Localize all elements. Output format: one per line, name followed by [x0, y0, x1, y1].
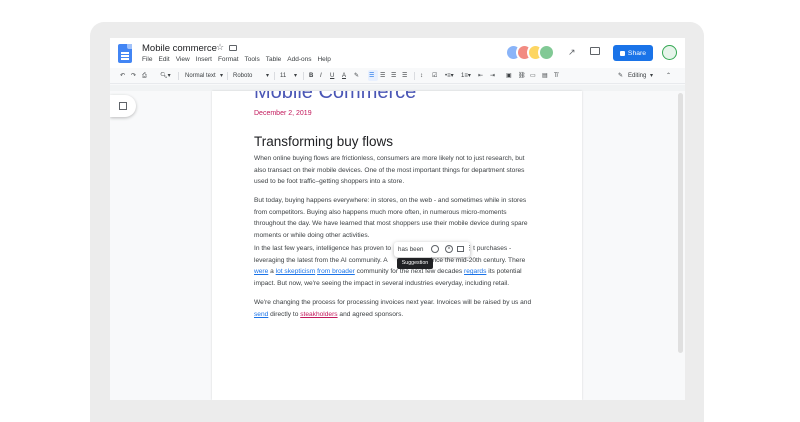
menu-bar: File Edit View Insert Format Tools Table… — [142, 56, 331, 63]
paragraph-1: When online buying flows are frictionles… — [254, 155, 525, 185]
document-heading: Mobile Commerce — [254, 91, 417, 103]
suggested-edit[interactable]: steakholders — [300, 311, 337, 318]
more-options-icon[interactable]: ⋮ — [466, 244, 473, 252]
star-icon[interactable]: ☆ — [216, 42, 224, 53]
suggested-edit[interactable]: regards — [464, 268, 486, 275]
toolbar-divider — [227, 72, 228, 80]
formatting-toolbar: ↶ ↷ ⎙ 🔍︎▾ Normal text ▾ Roboto ▾ 11 ▾ B … — [110, 68, 685, 84]
bulleted-list-icon[interactable]: •≡▾ — [445, 71, 454, 81]
menu-tools[interactable]: Tools — [245, 56, 260, 63]
menu-help[interactable]: Help — [317, 56, 330, 63]
menu-addons[interactable]: Add-ons — [287, 56, 311, 63]
redo-icon[interactable]: ↷ — [131, 71, 136, 81]
comment-icon[interactable] — [457, 246, 464, 252]
text-run: a — [268, 268, 276, 275]
menu-edit[interactable]: Edit — [158, 56, 169, 63]
document-date: December 2, 2019 — [254, 110, 312, 117]
undo-icon[interactable]: ↶ — [120, 71, 125, 81]
align-justify-icon[interactable]: ☰ — [402, 71, 407, 81]
align-center-icon[interactable]: ☰ — [380, 71, 385, 81]
paragraph-2: But today, buying happens everywhere: in… — [254, 197, 528, 239]
share-button[interactable]: Share — [613, 45, 653, 61]
text-run: and agreed sponsors. — [337, 310, 404, 318]
chevron-down-icon: ▾ — [650, 73, 654, 79]
text-run: since the mid-20th century. There — [427, 256, 526, 264]
align-right-icon[interactable]: ☰ — [391, 71, 396, 81]
paragraph-style-select[interactable]: Normal text — [185, 71, 216, 81]
text-run: community for the next few decades — [354, 268, 465, 275]
numbered-list-icon[interactable]: 1≡▾ — [461, 71, 471, 81]
bold-icon[interactable]: B — [309, 71, 313, 81]
menu-file[interactable]: File — [142, 56, 152, 63]
font-select[interactable]: Roboto — [233, 71, 252, 81]
lock-icon — [619, 50, 625, 56]
clear-formatting-icon[interactable]: T̸ — [554, 71, 558, 81]
toolbar-divider — [303, 72, 304, 80]
underline-icon[interactable]: U — [330, 71, 334, 81]
suggested-edit[interactable]: from broader — [317, 268, 355, 275]
text-run: In the last few years, intelligence has … — [254, 245, 392, 252]
font-size-select[interactable]: 11 — [280, 71, 286, 81]
chevron-down-icon: ▾ — [294, 73, 298, 79]
title-bar: Mobile commerce ☆ File Edit View Insert … — [110, 38, 685, 68]
suggestion-tooltip: Suggestion — [397, 258, 433, 269]
text-color-icon[interactable]: A — [342, 71, 346, 81]
toolbar-divider — [178, 72, 179, 80]
suggested-edit[interactable]: lot skepticism — [276, 268, 316, 275]
docs-window: Mobile commerce ☆ File Edit View Insert … — [110, 38, 685, 400]
editing-mode-select[interactable]: Editing — [628, 71, 646, 81]
accept-suggestion-icon[interactable] — [431, 245, 439, 253]
italic-icon[interactable]: I — [320, 71, 322, 81]
folder-icon[interactable] — [229, 45, 237, 51]
menu-format[interactable]: Format — [218, 56, 239, 63]
document-title[interactable]: Mobile commerce — [142, 43, 217, 54]
menu-view[interactable]: View — [176, 56, 190, 63]
docs-logo-icon[interactable] — [118, 44, 132, 63]
share-label: Share — [627, 49, 647, 57]
add-comment-icon[interactable]: ▭ — [530, 71, 536, 81]
line-spacing-icon[interactable]: ↕ — [420, 71, 423, 81]
link-icon[interactable]: ⛓ — [518, 71, 526, 81]
chevron-down-icon: ▾ — [220, 73, 224, 79]
activity-trend-icon[interactable]: ↗ — [568, 47, 576, 58]
menu-insert[interactable]: Insert — [196, 56, 212, 63]
pencil-icon: ✎ — [618, 73, 624, 79]
toolbar-divider — [274, 72, 275, 80]
text-run: We're changing the process for processin… — [254, 299, 532, 306]
paint-format-icon[interactable]: ▤ — [542, 71, 548, 81]
outline-icon — [119, 102, 127, 110]
suggestion-popup: has been × ⋮ — [394, 242, 473, 257]
indent-increase-icon[interactable]: ⇥ — [490, 71, 495, 81]
print-icon[interactable]: ⎙ — [142, 71, 147, 81]
collaborator-avatars — [505, 44, 555, 62]
section-title: Transforming buy flows — [254, 134, 394, 149]
avatar[interactable] — [538, 44, 555, 61]
vertical-scrollbar[interactable] — [678, 93, 683, 353]
align-left-icon[interactable]: ☰ — [369, 71, 374, 81]
zoom-icon[interactable]: 🔍︎▾ — [160, 71, 171, 81]
image-icon[interactable]: ▣ — [506, 71, 512, 81]
menu-table[interactable]: Table — [266, 56, 282, 63]
suggestion-text: has been — [398, 246, 424, 253]
collapse-menus-icon[interactable]: ⌃ — [666, 71, 671, 81]
account-avatar[interactable] — [662, 45, 677, 60]
highlight-icon[interactable]: ✎ — [354, 71, 359, 81]
indent-decrease-icon[interactable]: ⇤ — [478, 71, 483, 81]
suggested-edit[interactable]: were — [254, 268, 268, 275]
checklist-icon[interactable]: ☑ — [432, 71, 437, 81]
document-outline-toggle[interactable] — [110, 95, 136, 117]
text-run: directly to — [268, 310, 301, 318]
suggested-edit[interactable]: send — [254, 311, 268, 318]
toolbar-divider — [414, 72, 415, 80]
reject-suggestion-icon[interactable]: × — [445, 245, 453, 253]
chevron-down-icon: ▾ — [266, 73, 270, 79]
comment-history-icon[interactable] — [590, 47, 600, 55]
paragraph-4: We're changing the process for processin… — [254, 297, 536, 320]
